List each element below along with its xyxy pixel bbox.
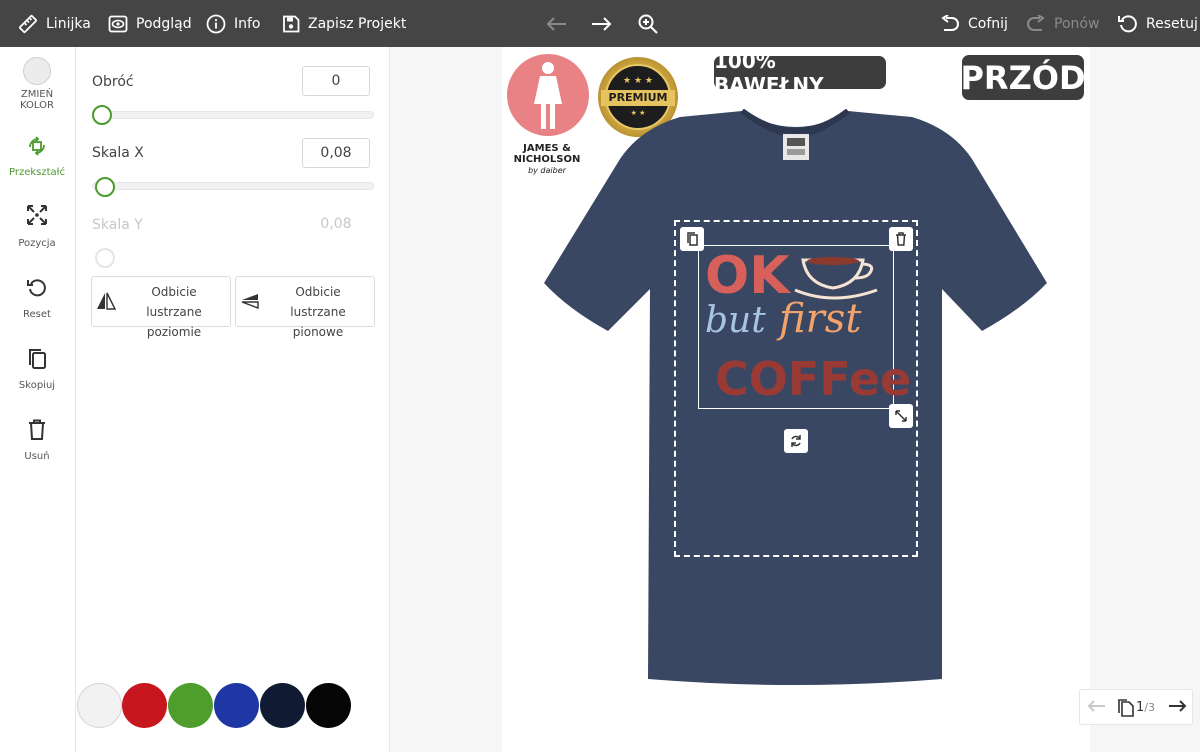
undo-button[interactable]: Cofnij	[940, 0, 1008, 47]
mirror-horizontal-label: Odbicie lustrzane poziomie	[146, 285, 202, 339]
undo-label: Cofnij	[968, 15, 1008, 32]
change-color-label: ZMIEŃ KOLOR	[20, 89, 54, 111]
scale-x-label: Skala X	[92, 145, 144, 161]
mirror-vertical-button[interactable]: Odbicie lustrzane pionowe	[235, 276, 375, 339]
premium-label: PREMIUM	[601, 90, 675, 106]
arrow-forward-button[interactable]	[591, 0, 613, 47]
coffee-cup-icon	[794, 257, 878, 300]
preview-button[interactable]: Podgląd	[108, 0, 192, 47]
swatch-white[interactable]	[77, 683, 122, 728]
transform-icon	[29, 136, 45, 156]
flip-vertical-icon	[241, 294, 259, 310]
change-color-button[interactable]: ZMIEŃ KOLOR	[0, 57, 74, 111]
scale-y-input[interactable]: 0,08	[302, 209, 370, 239]
swatch-blue[interactable]	[214, 683, 259, 728]
rotate-label: Obróć	[92, 74, 134, 90]
scale-x-slider-thumb[interactable]	[95, 177, 115, 197]
swatch-red[interactable]	[122, 683, 167, 728]
info-icon	[206, 14, 226, 33]
next-page-button[interactable]	[1168, 698, 1188, 718]
stars-icon: ★ ★ ★	[623, 76, 653, 86]
scale-x-slider[interactable]	[92, 182, 374, 190]
trash-icon	[896, 232, 906, 246]
arrow-right-icon	[1169, 700, 1187, 712]
mirror-horizontal-button[interactable]: Odbicie lustrzane poziomie	[91, 276, 231, 339]
rotate-input[interactable]: 0	[302, 66, 370, 96]
product-preview: JAMES & NICHOLSON by daiber ★ ★ ★ PREMIU…	[502, 47, 1090, 752]
rotate-slider[interactable]	[92, 111, 374, 119]
redo-button[interactable]: Ponów	[1026, 0, 1099, 47]
total-pages: /3	[1144, 701, 1155, 714]
move-arrows-icon	[27, 205, 47, 225]
copy-label: Skopiuj	[18, 380, 56, 391]
scale-x-input[interactable]: 0,08	[302, 138, 370, 168]
undo-icon	[941, 14, 959, 31]
trash-icon	[29, 419, 45, 440]
resize-icon	[895, 410, 907, 422]
transform-panel: Obróć 0 Skala X 0,08 Skala Y 0,08 Odbici…	[76, 47, 390, 752]
reset-icon	[27, 279, 46, 297]
design-ok-text: OK	[705, 246, 790, 306]
arrow-left-icon	[546, 16, 566, 31]
sidebar-reset-button[interactable]: Reset	[0, 277, 74, 320]
cotton-badge: 100% BAWEŁNY	[714, 49, 886, 97]
redo-icon	[1027, 14, 1045, 31]
transform-label: Przekształć	[8, 167, 65, 178]
info-button[interactable]: Info	[206, 0, 261, 47]
delete-handle[interactable]	[889, 227, 913, 251]
reset-label: Reset	[23, 309, 51, 320]
transform-button[interactable]: Przekształć	[0, 135, 74, 178]
duplicate-handle[interactable]	[680, 227, 704, 251]
current-color-icon	[23, 57, 51, 85]
swatch-black[interactable]	[306, 683, 351, 728]
arrow-right-icon	[592, 16, 612, 31]
prev-page-button[interactable]	[1086, 698, 1106, 718]
redo-label: Ponów	[1054, 15, 1100, 32]
design-but-text: but	[705, 300, 766, 341]
ruler-label: Linijka	[46, 15, 91, 32]
design-first-text: first	[779, 296, 862, 342]
swatch-green[interactable]	[168, 683, 213, 728]
save-project-button[interactable]: Zapisz Projekt	[282, 0, 406, 47]
eye-icon	[108, 15, 128, 32]
delete-label: Usuń	[24, 451, 50, 462]
zoom-in-button[interactable]	[638, 0, 658, 47]
rotate-slider-thumb[interactable]	[92, 105, 112, 125]
design-selection[interactable]: OK but first COFFee	[698, 245, 911, 409]
flip-horizontal-icon	[97, 292, 116, 310]
scale-y-slider-thumb[interactable]	[95, 248, 115, 268]
position-label: Pozycja	[18, 238, 56, 249]
mirror-vertical-label: Odbicie lustrzane pionowe	[290, 285, 346, 339]
rotate-icon	[791, 435, 801, 447]
side-badge: PRZÓD	[960, 55, 1086, 100]
zoom-in-icon	[638, 14, 658, 34]
page-counter: 1/3	[1136, 700, 1155, 715]
copy-icon	[29, 349, 46, 369]
scale-y-label: Skala Y	[92, 217, 143, 233]
position-button[interactable]: Pozycja	[0, 204, 74, 249]
copy-icon	[687, 232, 698, 246]
page-navigator: 1/3	[1079, 689, 1193, 725]
swatch-navy[interactable]	[260, 683, 305, 728]
design-coffee-text: COFFee	[715, 352, 912, 406]
ruler-button[interactable]: Linijka	[18, 0, 91, 47]
reset-label: Resetuj	[1146, 15, 1198, 32]
copy-button[interactable]: Skopiuj	[0, 348, 74, 391]
delete-button[interactable]: Usuń	[0, 419, 74, 462]
reset-icon	[1118, 14, 1137, 32]
top-toolbar: Linijka Podgląd Info Zapisz Projekt Cofn…	[0, 0, 1200, 47]
scale-handle[interactable]	[889, 404, 913, 428]
ruler-icon	[19, 14, 37, 33]
save-icon	[283, 15, 300, 32]
pages-icon	[1118, 699, 1134, 721]
save-label: Zapisz Projekt	[308, 15, 407, 32]
rotate-handle[interactable]	[784, 429, 808, 453]
reset-button[interactable]: Resetuj	[1118, 0, 1198, 47]
arrow-back-button[interactable]	[545, 0, 567, 47]
preview-label: Podgląd	[136, 15, 192, 32]
arrow-left-icon	[1087, 700, 1105, 712]
info-label: Info	[234, 15, 261, 32]
tool-sidebar: ZMIEŃ KOLOR Przekształć Pozycja Reset Sk…	[0, 47, 76, 752]
